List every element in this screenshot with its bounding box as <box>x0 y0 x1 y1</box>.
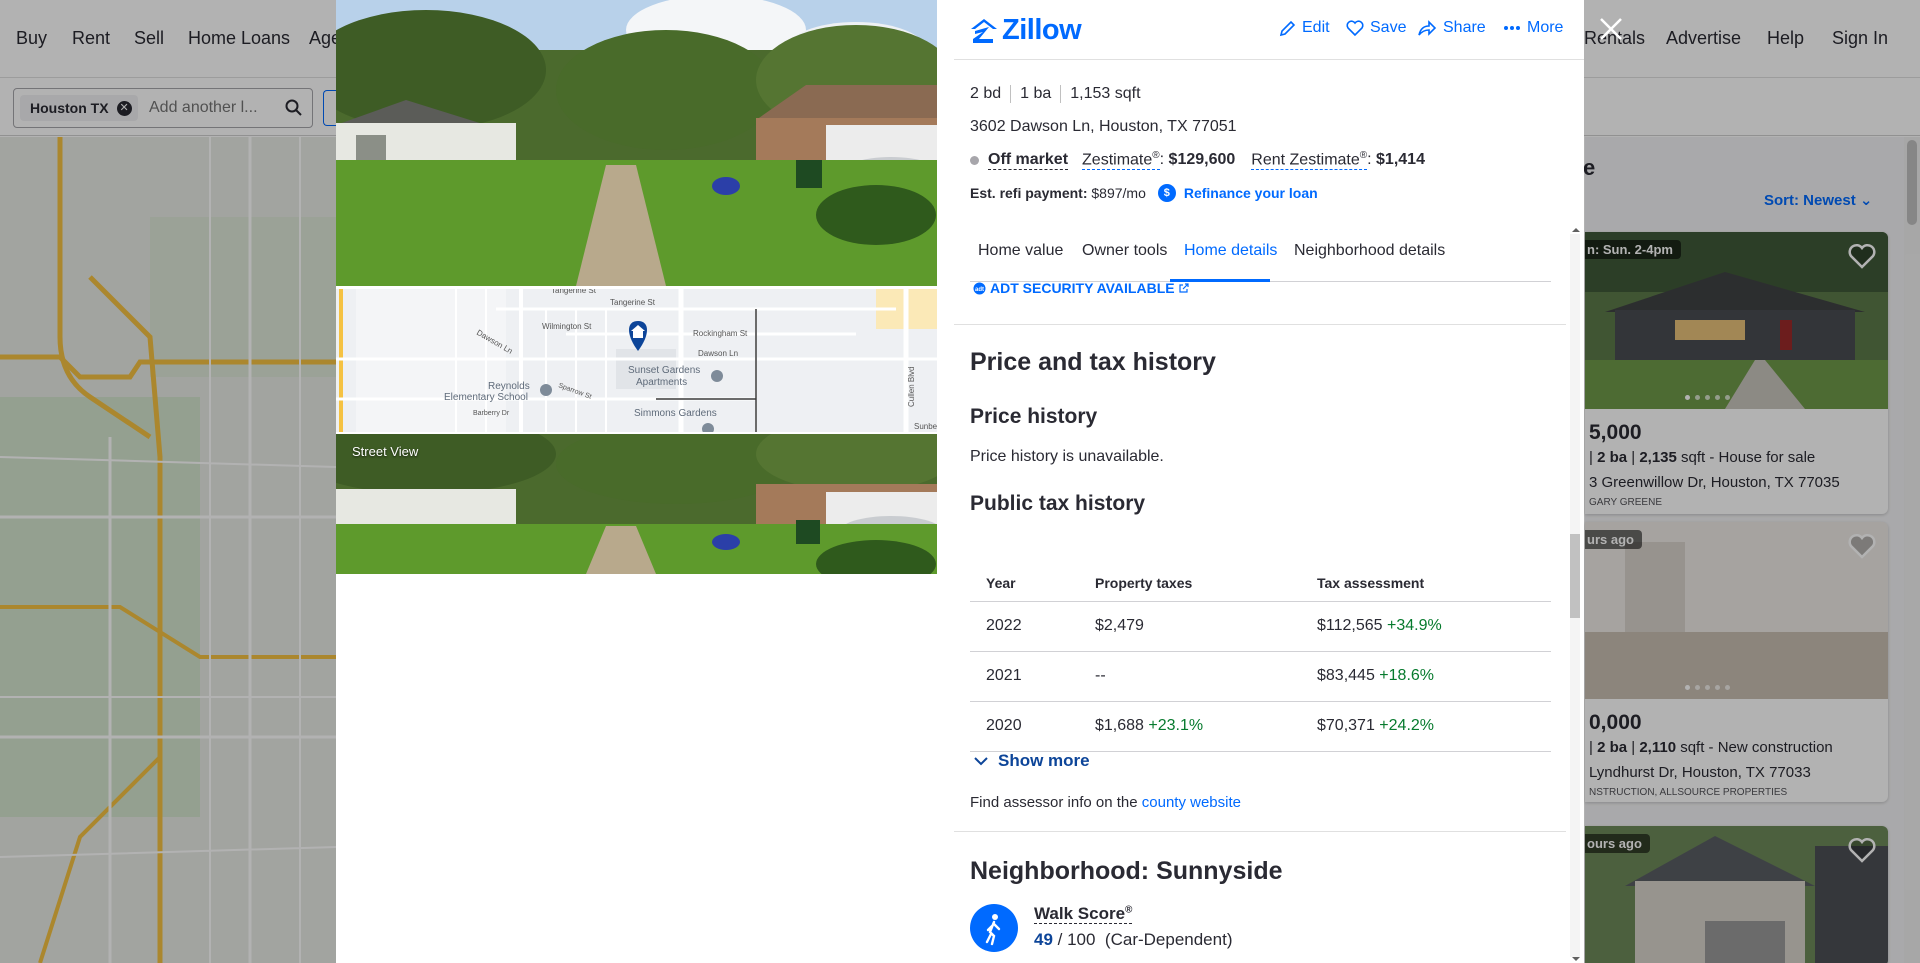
walk-score-icon <box>970 904 1018 952</box>
share-button[interactable]: Share <box>1417 19 1486 37</box>
status-label[interactable]: Off market <box>988 151 1069 170</box>
tax-history-heading: Public tax history <box>970 492 1146 515</box>
heart-icon <box>1346 19 1364 36</box>
home-address: 3602 Dawson Ln, Houston, TX 77051 <box>970 118 1237 135</box>
detail-header: Zillow Edit Save Share More <box>954 0 1584 60</box>
walk-score-label[interactable]: Walk Score® <box>1034 904 1133 924</box>
cell-tax: $1,688 +23.1% <box>1095 717 1204 734</box>
home-facts: 2 bd 1 ba 1,153 sqft <box>970 85 1150 103</box>
cell-assessment: $70,371 +24.2% <box>1317 717 1435 734</box>
detail-scroll-area[interactable]: 2 bd 1 ba 1,153 sqft 3602 Dawson Ln, Hou… <box>954 61 1584 963</box>
cell-year: 2022 <box>986 617 1022 634</box>
price-history-text: Price history is unavailable. <box>970 448 1164 465</box>
map-label: Wilmington St <box>542 322 592 331</box>
street-view-label: Street View <box>352 444 419 459</box>
map-label: Rockingham St <box>693 329 748 338</box>
status-line: Off market Zestimate®: $129,600 Rent Zes… <box>970 150 1425 171</box>
rent-zestimate-value: $1,414 <box>1376 151 1425 169</box>
cell-tax: -- <box>1095 667 1106 684</box>
walk-score-value: 49 / 100 (Car-Dependent) <box>1034 930 1233 949</box>
beds-count: 2 bd <box>970 85 1002 102</box>
refi-line: Est. refi payment: $897/mo $ Refinance y… <box>970 184 1318 202</box>
svg-text:adt: adt <box>975 287 984 293</box>
main-photo[interactable] <box>336 0 937 286</box>
refi-value: $897/mo <box>1091 185 1146 201</box>
zestimate-label[interactable]: Zestimate® <box>1082 150 1160 171</box>
col-year: Year <box>986 575 1016 591</box>
home-detail-modal: Tangerine St Tangerine St Wilmington St … <box>336 0 1584 963</box>
cell-year: 2020 <box>986 717 1022 734</box>
zestimate-value: $129,600 <box>1168 151 1236 169</box>
detail-scrollbar[interactable] <box>1568 226 1580 963</box>
share-icon <box>1418 19 1437 36</box>
map-label: Tangerine St <box>610 298 656 307</box>
table-row: 2021 -- $83,445 +18.6% <box>970 651 1551 701</box>
tab-home-value[interactable]: Home value <box>978 242 1063 260</box>
cell-assessment: $83,445 +18.6% <box>1317 667 1435 684</box>
map-label: Tangerine St <box>551 289 597 295</box>
map-label: Sunbe <box>914 422 937 431</box>
col-tax-assessment: Tax assessment <box>1317 575 1425 591</box>
section-divider <box>954 324 1566 325</box>
tab-home-details[interactable]: Home details <box>1184 242 1277 260</box>
pencil-icon <box>1279 20 1296 36</box>
chevron-down-icon <box>974 756 988 765</box>
neighborhood-heading: Neighborhood: Sunnyside <box>970 857 1283 885</box>
refi-label: Est. refi payment: <box>970 185 1088 201</box>
more-dots-icon <box>1504 26 1520 30</box>
table-row: 2022 $2,479 $112,565 +34.9% <box>970 601 1551 651</box>
status-dot-icon <box>970 155 979 165</box>
location-map[interactable]: Tangerine St Tangerine St Wilmington St … <box>336 289 937 432</box>
photo-column: Tangerine St Tangerine St Wilmington St … <box>336 0 937 963</box>
show-more-button[interactable]: Show more <box>974 751 1090 771</box>
price-history-heading: Price history <box>970 405 1098 428</box>
cell-year: 2021 <box>986 667 1022 684</box>
save-button[interactable]: Save <box>1346 19 1406 37</box>
more-button[interactable]: More <box>1503 19 1563 37</box>
scrollbar-thumb[interactable] <box>1570 534 1580 618</box>
county-website-link[interactable]: county website <box>1142 794 1241 811</box>
sqft-count: 1,153 sqft <box>1060 85 1149 103</box>
cell-tax: $2,479 <box>1095 617 1144 634</box>
rent-zestimate-label[interactable]: Rent Zestimate® <box>1251 150 1368 171</box>
cell-assessment: $112,565 +34.9% <box>1317 617 1442 634</box>
detail-tabs: Home value Owner tools Home details Neig… <box>970 223 1551 282</box>
detail-panel: Zillow Edit Save Share More 2 bd 1 ba 1,… <box>954 0 1584 963</box>
tab-owner-tools[interactable]: Owner tools <box>1082 242 1167 260</box>
col-property-taxes: Property taxes <box>1095 575 1193 591</box>
assessor-info: Find assessor info on the county website <box>970 794 1241 811</box>
map-label: Simmons Gardens <box>634 408 717 419</box>
scroll-up-icon[interactable] <box>1570 226 1582 234</box>
map-label: Sunset Gardens <box>628 365 700 376</box>
tab-neighborhood-details[interactable]: Neighborhood details <box>1294 242 1445 260</box>
dollar-icon: $ <box>1157 184 1176 202</box>
refinance-link[interactable]: Refinance your loan <box>1184 185 1318 201</box>
external-link-icon <box>1179 283 1189 293</box>
price-tax-heading: Price and tax history <box>970 348 1216 376</box>
map-label: Dawson Ln <box>698 349 738 358</box>
adt-security-link[interactable]: adt ADT SECURITY AVAILABLE <box>973 280 1189 296</box>
street-view[interactable]: Street View <box>336 434 937 574</box>
edit-button[interactable]: Edit <box>1279 19 1330 37</box>
section-divider <box>954 831 1566 832</box>
adt-logo-icon: adt <box>973 282 986 294</box>
scroll-down-icon[interactable] <box>1570 955 1582 963</box>
zillow-logo[interactable]: Zillow <box>970 14 1082 47</box>
table-row: 2020 $1,688 +23.1% $70,371 +24.2% <box>970 701 1551 751</box>
map-label: Elementary School <box>444 392 528 403</box>
zillow-logo-icon <box>971 18 997 43</box>
map-label: Reynolds <box>488 381 530 392</box>
close-icon[interactable] <box>1596 14 1626 44</box>
map-label: Cullen Blvd <box>907 367 916 407</box>
map-label: Apartments <box>636 377 687 388</box>
map-label: Barberry Dr <box>473 410 510 417</box>
baths-count: 1 ba <box>1010 85 1060 103</box>
